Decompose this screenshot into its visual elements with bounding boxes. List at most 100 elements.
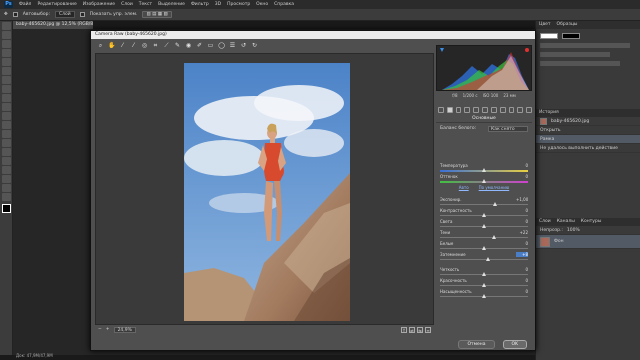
slider-handle[interactable] bbox=[485, 257, 490, 261]
slider-handle[interactable] bbox=[482, 283, 486, 287]
brush-icon[interactable] bbox=[2, 85, 11, 93]
hand-icon[interactable] bbox=[2, 184, 11, 192]
red-eye-icon[interactable]: ◉ bbox=[185, 42, 192, 49]
slider-value-field[interactable]: +1,00 bbox=[516, 197, 528, 202]
menu-layers[interactable]: Слои bbox=[121, 2, 133, 7]
align-buttons[interactable]: ▥ ▤ ▦ ▧ bbox=[142, 11, 172, 18]
radial-filter-icon[interactable]: ◯ bbox=[218, 42, 225, 49]
slider-handle[interactable] bbox=[482, 294, 486, 298]
tab-hsl-icon[interactable] bbox=[464, 107, 471, 113]
crop-icon[interactable] bbox=[2, 58, 11, 66]
shape-icon[interactable] bbox=[2, 175, 11, 183]
slider-value-field[interactable]: 0 bbox=[516, 219, 528, 224]
wb-dropdown[interactable]: Как снято bbox=[488, 125, 528, 132]
slider-handle[interactable] bbox=[482, 272, 486, 276]
pen-icon[interactable] bbox=[2, 148, 11, 156]
swap-icon[interactable]: ⇆ bbox=[417, 326, 423, 333]
autoselect-checkbox[interactable] bbox=[12, 12, 18, 17]
hand-icon[interactable]: ✋ bbox=[108, 42, 115, 49]
menu-image[interactable]: Изображение bbox=[83, 2, 115, 7]
dodge-icon[interactable] bbox=[2, 139, 11, 147]
zoom-icon[interactable] bbox=[2, 193, 11, 201]
move-icon[interactable] bbox=[2, 22, 11, 30]
target-adjust-icon[interactable]: ◎ bbox=[141, 42, 148, 49]
slider-handle[interactable] bbox=[482, 224, 486, 228]
slider-handle[interactable] bbox=[482, 179, 486, 183]
blur-icon[interactable] bbox=[2, 130, 11, 138]
tab-snapshots-icon[interactable] bbox=[517, 107, 524, 113]
tab-swatches[interactable]: Образцы bbox=[557, 21, 578, 29]
white-balance-icon[interactable]: ⁄ bbox=[119, 42, 126, 49]
move-tool-icon[interactable]: ✥ bbox=[4, 12, 8, 17]
color-sampler-icon[interactable]: ⁄ bbox=[130, 42, 137, 49]
slider-track[interactable] bbox=[440, 237, 528, 238]
tab-detail-icon[interactable] bbox=[455, 107, 462, 113]
menu-help[interactable]: Справка bbox=[274, 2, 294, 7]
quick-select-icon[interactable] bbox=[2, 49, 11, 57]
history-brush-icon[interactable] bbox=[2, 103, 11, 111]
tab-color[interactable]: Цвет bbox=[539, 21, 551, 29]
slider-handle[interactable] bbox=[491, 235, 496, 239]
foreground-color-swatch[interactable] bbox=[2, 204, 11, 213]
slider-value-field[interactable]: 0 bbox=[516, 174, 528, 179]
menu-window[interactable]: Окно bbox=[256, 2, 268, 7]
zoom-plus-icon[interactable]: + bbox=[106, 327, 110, 332]
slider-handle[interactable] bbox=[482, 213, 486, 217]
slider-value-field[interactable]: 0 bbox=[516, 241, 528, 246]
slider-value-field[interactable]: 0 bbox=[516, 208, 528, 213]
opacity-value[interactable]: 100% bbox=[567, 226, 580, 235]
slider-value-field[interactable]: +22 bbox=[516, 230, 528, 235]
tab-menu-icon[interactable] bbox=[526, 107, 532, 113]
menu-view[interactable]: Просмотр bbox=[227, 2, 250, 7]
slider-track[interactable] bbox=[440, 259, 528, 260]
slider-value-field[interactable]: 0 bbox=[516, 163, 528, 168]
slider-handle[interactable] bbox=[482, 246, 486, 250]
eraser-icon[interactable] bbox=[2, 112, 11, 120]
tab-effects-icon[interactable] bbox=[490, 107, 497, 113]
healing-icon[interactable] bbox=[2, 76, 11, 84]
tab-split-toning-icon[interactable] bbox=[473, 107, 480, 113]
menu-filter[interactable]: Фильтр bbox=[191, 2, 209, 7]
history-item[interactable]: Не удалось выполнить действие bbox=[536, 144, 640, 153]
slider-value-field[interactable]: 0 bbox=[516, 289, 528, 294]
slider-value-field[interactable]: +8 bbox=[516, 252, 528, 257]
rotate-left-icon[interactable]: ↺ bbox=[240, 42, 247, 49]
document-tab[interactable]: baby-465620.jpg @ 12,5% (RGB/8#) bbox=[13, 21, 93, 29]
preferences-icon[interactable]: ☰ bbox=[229, 42, 236, 49]
menu-edit[interactable]: Редактирование bbox=[37, 2, 76, 7]
tab-presets-icon[interactable] bbox=[508, 107, 515, 113]
autoselect-dropdown[interactable]: Слой bbox=[55, 11, 75, 18]
ok-button[interactable]: OK bbox=[502, 339, 527, 349]
slider-track[interactable] bbox=[440, 204, 528, 205]
eyedropper-icon[interactable] bbox=[2, 67, 11, 75]
before-after-icon[interactable]: ⇄ bbox=[409, 326, 415, 333]
menu-3d[interactable]: 3D bbox=[215, 2, 221, 7]
type-icon[interactable] bbox=[2, 157, 11, 165]
tab-paths[interactable]: Контуры bbox=[581, 218, 602, 226]
auto-link[interactable]: Авто bbox=[459, 185, 469, 192]
slider-value-field[interactable]: 0 bbox=[516, 278, 528, 283]
menu-type[interactable]: Текст bbox=[139, 2, 152, 7]
white-swatch[interactable] bbox=[540, 33, 558, 39]
crop-icon[interactable]: ⌗ bbox=[152, 42, 159, 49]
default-link[interactable]: По умолчанию bbox=[479, 185, 510, 192]
view-mode-icon[interactable]: Y bbox=[401, 326, 407, 333]
slider-value-field[interactable]: 0 bbox=[516, 267, 528, 272]
zoom-icon[interactable]: ⌕ bbox=[97, 42, 104, 49]
zoom-minus-icon[interactable]: − bbox=[98, 327, 102, 332]
adjustment-brush-icon[interactable]: ✐ bbox=[196, 42, 203, 49]
tab-lens-icon[interactable] bbox=[482, 107, 488, 113]
slider-handle[interactable] bbox=[482, 168, 486, 172]
settings-toggle-icon[interactable]: ≡ bbox=[425, 326, 431, 333]
marquee-icon[interactable] bbox=[2, 31, 11, 39]
tab-basic-icon[interactable] bbox=[438, 107, 444, 113]
slider-handle[interactable] bbox=[492, 202, 497, 206]
cancel-button[interactable]: Отмена bbox=[458, 339, 495, 349]
path-select-icon[interactable] bbox=[2, 166, 11, 174]
black-swatch[interactable] bbox=[562, 33, 580, 39]
tab-tone-curve-icon[interactable] bbox=[446, 107, 453, 113]
clone-stamp-icon[interactable] bbox=[2, 94, 11, 102]
menu-file[interactable]: Файл bbox=[19, 2, 31, 7]
rotate-right-icon[interactable]: ↻ bbox=[251, 42, 258, 49]
transform-checkbox[interactable] bbox=[79, 12, 85, 17]
